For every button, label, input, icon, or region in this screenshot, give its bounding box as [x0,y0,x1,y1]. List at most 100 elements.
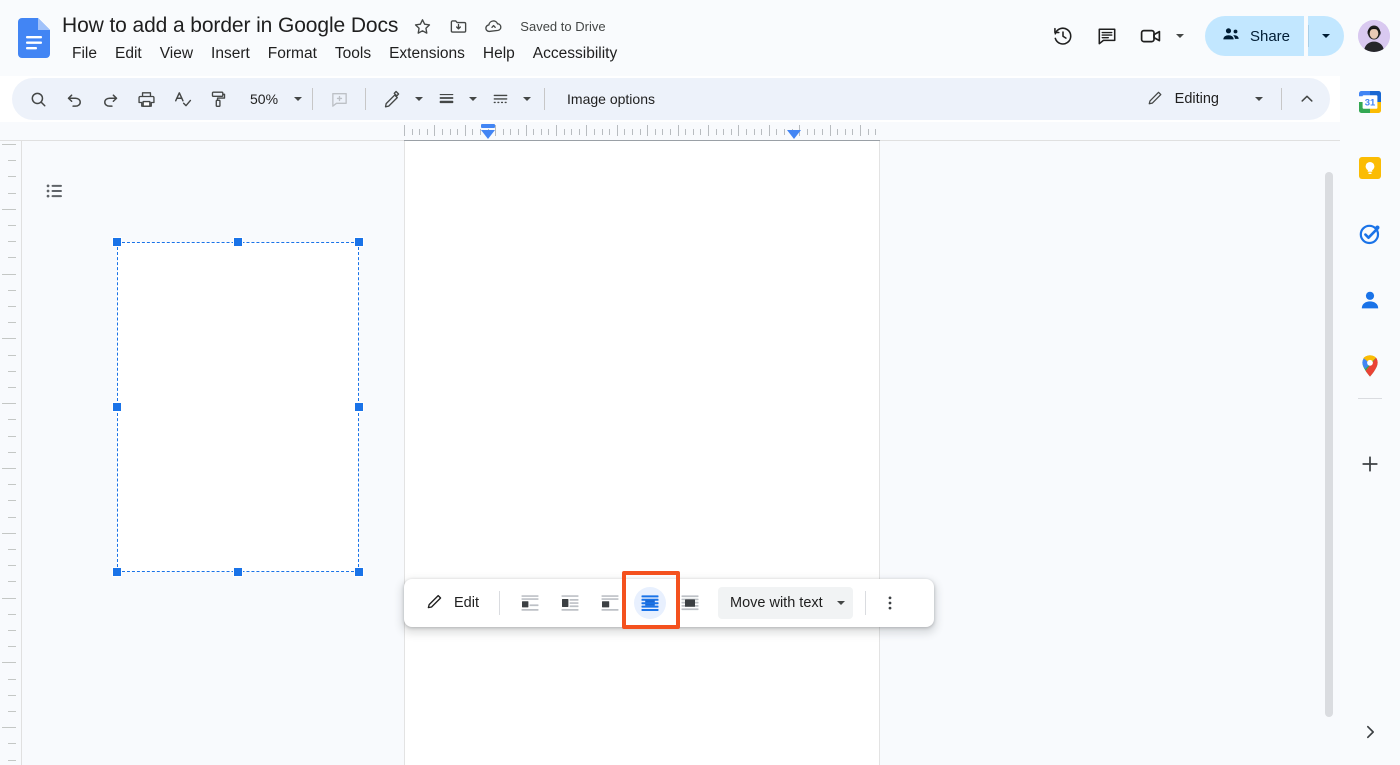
ruler-tick [822,129,823,135]
menu-bar: File Edit View Insert Format Tools Exten… [63,42,626,66]
ruler-tick [564,129,565,135]
ruler-tick [2,338,16,339]
document-area: Edit [0,122,1340,765]
image-options-button[interactable]: Image options [557,85,665,113]
resize-handle-bottom-left[interactable] [112,567,122,577]
spellcheck-icon[interactable] [167,84,197,114]
version-history-icon[interactable] [1043,16,1083,56]
add-comment-icon[interactable] [324,84,354,114]
resize-handle-bottom-center[interactable] [233,567,243,577]
ruler-tick [814,129,815,135]
ruler-tick [427,129,428,135]
resize-handle-bottom-right[interactable] [354,567,364,577]
menu-view[interactable]: View [151,42,202,66]
rail-expand-chevron-right-icon[interactable] [1354,716,1386,748]
ruler-tick [8,565,16,566]
border-color-pencil-icon[interactable] [377,84,407,114]
ruler-tick [8,419,16,420]
share-dropdown-button[interactable] [1308,16,1344,56]
resize-handle-middle-right[interactable] [354,402,364,412]
menu-file[interactable]: File [63,42,106,66]
rail-google-keep[interactable] [1354,152,1386,184]
document-page[interactable] [404,141,880,765]
google-meet-camera-icon[interactable] [1131,16,1171,56]
print-icon[interactable] [131,84,161,114]
ruler-tick [624,129,625,135]
wrap-text[interactable] [554,587,586,619]
ruler-tick [2,468,16,469]
star-outline-icon[interactable] [410,14,434,38]
avatar[interactable] [1358,20,1390,52]
left-indent-bar[interactable] [481,124,495,128]
edit-mode-selector[interactable]: Editing [1137,83,1269,115]
comment-history-icon[interactable] [1087,16,1127,56]
rail-google-contacts[interactable] [1354,284,1386,316]
resize-handle-middle-left[interactable] [112,402,122,412]
wrap-in-front-of-text[interactable] [674,587,706,619]
chevron-up-icon[interactable] [1292,84,1322,114]
meet-button-group[interactable] [1131,16,1193,56]
border-weight-icon[interactable] [431,84,461,114]
border-dash-icon[interactable] [485,84,515,114]
ruler-tick [8,225,16,226]
border-weight-caret-icon[interactable] [464,97,482,101]
redo-icon[interactable] [95,84,125,114]
ruler-tick [556,125,557,136]
page-title[interactable]: How to add a border in Google Docs [62,11,398,41]
scrollbar-thumb[interactable] [1325,172,1333,717]
rail-google-tasks[interactable] [1354,218,1386,250]
wrap-behind-text[interactable] [634,587,666,619]
ruler-tick [503,129,504,135]
selected-image[interactable] [117,242,359,572]
horizontal-ruler[interactable] [404,122,880,142]
rail-google-calendar[interactable]: 31 [1354,86,1386,118]
title-row: How to add a border in Google Docs Saved… [62,10,606,42]
ruler-tick [404,125,405,136]
wrap-inline-with-text[interactable] [514,587,546,619]
image-edit-button[interactable]: Edit [416,587,489,619]
image-position-select[interactable]: Move with text [718,587,853,619]
rail-add-ons-plus-icon[interactable] [1354,448,1386,480]
cloud-saved-icon [482,14,506,38]
border-color-caret-icon[interactable] [410,97,428,101]
border-color-button[interactable] [374,84,428,114]
menu-tools[interactable]: Tools [326,42,380,66]
ruler-tick [723,129,724,135]
resize-handle-top-center[interactable] [233,237,243,247]
ruler-tick [2,727,16,728]
border-dash-caret-icon[interactable] [518,97,536,101]
meet-dropdown-caret-icon[interactable] [1171,34,1189,38]
more-options-kebab-icon[interactable] [874,587,906,619]
right-indent-marker[interactable] [787,130,801,139]
document-scrollbar[interactable] [1324,152,1334,752]
border-dash-button[interactable] [482,84,536,114]
vertical-ruler [0,122,22,765]
ruler-tick [754,129,755,135]
toolbar-divider [312,88,313,110]
left-indent-marker[interactable] [481,130,495,139]
menu-extensions[interactable]: Extensions [380,42,474,66]
ruler-tick [8,517,16,518]
ruler-tick [845,129,846,135]
menu-accessibility[interactable]: Accessibility [524,42,626,66]
wrap-break-text[interactable] [594,587,626,619]
rail-google-maps[interactable] [1354,350,1386,382]
menu-help[interactable]: Help [474,42,524,66]
undo-icon[interactable] [59,84,89,114]
search-icon[interactable] [23,84,53,114]
document-outline-icon[interactable] [38,174,72,208]
menu-edit[interactable]: Edit [106,42,151,66]
menu-insert[interactable]: Insert [202,42,259,66]
border-weight-button[interactable] [428,84,482,114]
move-to-folder-icon[interactable] [446,14,470,38]
ruler-tick [761,129,762,135]
share-button[interactable]: Share [1205,16,1304,56]
zoom-select[interactable]: 50% [242,84,304,114]
resize-handle-top-right[interactable] [354,237,364,247]
ruler-tick [2,209,16,210]
ruler-tick [457,129,458,135]
resize-handle-top-left[interactable] [112,237,122,247]
paint-format-icon[interactable] [203,84,233,114]
menu-format[interactable]: Format [259,42,326,66]
docs-logo-icon[interactable] [18,18,50,58]
